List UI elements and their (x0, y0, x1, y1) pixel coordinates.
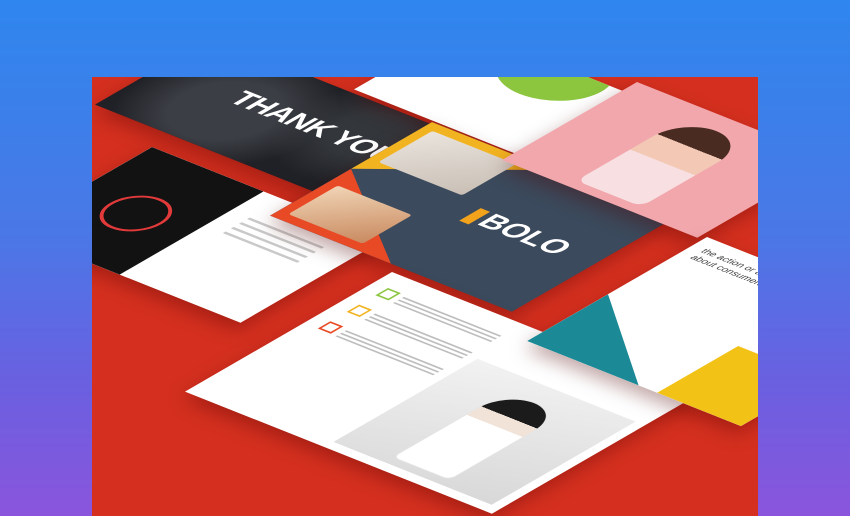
bolo-logo-text: BOLO (469, 210, 580, 260)
model-photo-large (333, 358, 636, 505)
triangle-icon (375, 287, 401, 301)
model-figure (393, 392, 562, 480)
quote-text: the action or activity of gathering info… (686, 247, 758, 329)
portrait-figure (576, 118, 750, 207)
presentation-mockup-panel: THANK YOU BOLO the action or activity ab… (92, 77, 758, 516)
diamond-icon (346, 304, 373, 318)
isometric-slide-collage: THANK YOU BOLO the action or activity ab… (92, 77, 758, 516)
square-icon (317, 321, 344, 334)
list-item (314, 321, 446, 377)
